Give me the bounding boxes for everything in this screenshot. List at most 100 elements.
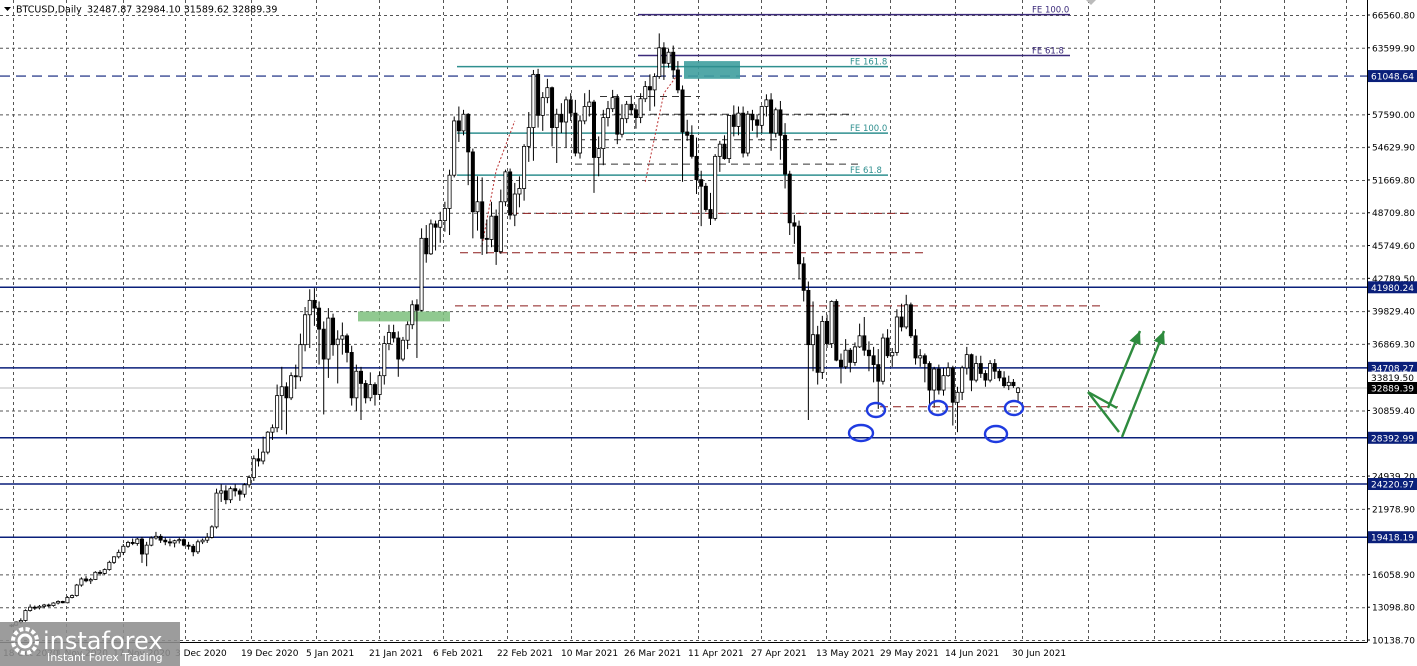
- bullish-candle-body: [37, 605, 42, 609]
- bearish-candle-body: [98, 571, 103, 574]
- bearish-candle-body: [815, 334, 820, 373]
- bullish-candle-body: [51, 602, 56, 606]
- bullish-candle-body: [578, 120, 583, 154]
- bearish-candle-body: [876, 364, 881, 382]
- bullish-candle-body: [890, 352, 895, 357]
- bearish-candle-body: [689, 134, 694, 157]
- time-tick-label: 6 Feb 2021: [433, 649, 483, 659]
- time-tick-label: 14 Jun 2021: [945, 649, 999, 659]
- bearish-candle-body: [550, 87, 555, 128]
- bullish-candle-body: [28, 606, 33, 611]
- candlestick: [703, 182, 708, 212]
- price-tick-label: 16058.90: [1372, 571, 1415, 581]
- level-price-label: 28392.99: [1371, 434, 1414, 444]
- fib-level-label: FE 61.8: [1032, 47, 1064, 57]
- candlestick: [265, 431, 270, 455]
- bullish-candle-body: [531, 73, 536, 128]
- bearish-candle-body: [396, 337, 401, 360]
- candlestick: [936, 364, 941, 395]
- bearish-candle-body: [559, 113, 564, 123]
- bullish-candle-body: [219, 490, 224, 494]
- candlestick: [289, 372, 294, 401]
- time-tick-label: 3 Dec 2020: [175, 649, 227, 659]
- candlestick: [79, 577, 84, 587]
- bullish-candle-body: [619, 118, 624, 135]
- bearish-candle-body: [456, 120, 461, 132]
- bullish-candle-body: [540, 97, 545, 116]
- bearish-candle-body: [163, 539, 168, 543]
- bearish-candle-body: [950, 367, 955, 403]
- candlestick: [214, 488, 219, 529]
- bearish-candle-body: [372, 384, 377, 395]
- candlestick: [65, 596, 70, 604]
- bullish-candle-body: [988, 363, 993, 381]
- bullish-candle-body: [410, 304, 415, 326]
- bullish-candle-body: [610, 97, 615, 110]
- bullish-candle-body: [582, 106, 587, 122]
- bearish-candle-body: [573, 112, 578, 154]
- bearish-candle-body: [84, 578, 89, 582]
- candlestick: [102, 568, 107, 575]
- bullish-candle-body: [461, 113, 466, 132]
- time-tick-label: 13 May 2021: [816, 649, 875, 659]
- time-tick-label: 22 Feb 2021: [497, 649, 553, 659]
- bearish-candle-body: [792, 222, 797, 227]
- bearish-candle-body: [349, 352, 354, 399]
- bullish-candle-body: [932, 368, 937, 391]
- candlestick: [195, 539, 200, 555]
- bullish-candle-body: [23, 610, 28, 621]
- bearish-candle-body: [293, 375, 298, 378]
- bullish-candle-body: [512, 193, 517, 216]
- bullish-candle-body: [247, 477, 252, 486]
- bearish-candle-body: [741, 112, 746, 154]
- bullish-candle-body: [149, 537, 154, 546]
- candlestick: [60, 600, 65, 604]
- bullish-candle-body: [894, 316, 899, 353]
- candlestick: [745, 110, 750, 157]
- bullish-candle-body: [624, 103, 629, 120]
- level-price-label: 24220.97: [1371, 481, 1414, 491]
- bearish-candle-body: [536, 73, 541, 116]
- bullish-candle-body: [102, 569, 107, 574]
- bullish-candle-body: [177, 539, 182, 542]
- bullish-candle-body: [377, 375, 382, 395]
- price-tick-label: 21978.90: [1372, 505, 1415, 515]
- price-chart[interactable]: FE 161.8 FE 100.0 FE 61.8 FE 61.8 FE 100.0 6…: [0, 0, 1417, 666]
- candlestick: [181, 538, 186, 547]
- bearish-candle-body: [778, 109, 783, 136]
- bullish-candle-body: [880, 337, 885, 382]
- time-tick-label: 30 Jun 2021: [1012, 649, 1066, 659]
- bearish-candle-body: [414, 304, 419, 311]
- bullish-candle-body: [727, 114, 732, 159]
- bullish-candle-body: [1006, 381, 1011, 387]
- bearish-candle-body: [424, 237, 429, 255]
- demand-zone: [358, 311, 450, 322]
- price-tick-label: 45749.60: [1372, 242, 1415, 252]
- candlestick: [400, 336, 405, 362]
- bullish-candle-body: [489, 215, 494, 240]
- bearish-candle-body: [834, 301, 839, 361]
- fib-level-label: FE 61.8: [850, 166, 882, 176]
- bearish-candle-body: [908, 304, 913, 337]
- bullish-candle-body: [419, 237, 424, 311]
- bearish-candle-body: [722, 143, 727, 159]
- bullish-candle-body: [1016, 387, 1021, 393]
- candlestick: [508, 168, 513, 220]
- bullish-candle-body: [93, 571, 98, 580]
- candlestick: [829, 300, 834, 348]
- fib-level-label: FE 161.8: [850, 58, 887, 68]
- time-tick-label: 26 Mar 2021: [624, 649, 681, 659]
- bearish-candle-body: [466, 113, 471, 153]
- bearish-candle-body: [680, 89, 685, 133]
- bearish-candle-body: [731, 114, 736, 127]
- bearish-candle-body: [885, 337, 890, 357]
- bullish-candle-body: [70, 595, 75, 598]
- price-tick-label: 57590.00: [1372, 111, 1415, 121]
- candlestick: [452, 116, 457, 178]
- bearish-candle-body: [978, 363, 983, 374]
- bearish-candle-body: [480, 201, 485, 239]
- candlestick: [251, 455, 256, 481]
- bullish-candle-body: [209, 526, 214, 538]
- bearish-candle-body: [256, 458, 261, 462]
- bullish-candle-body: [643, 86, 648, 100]
